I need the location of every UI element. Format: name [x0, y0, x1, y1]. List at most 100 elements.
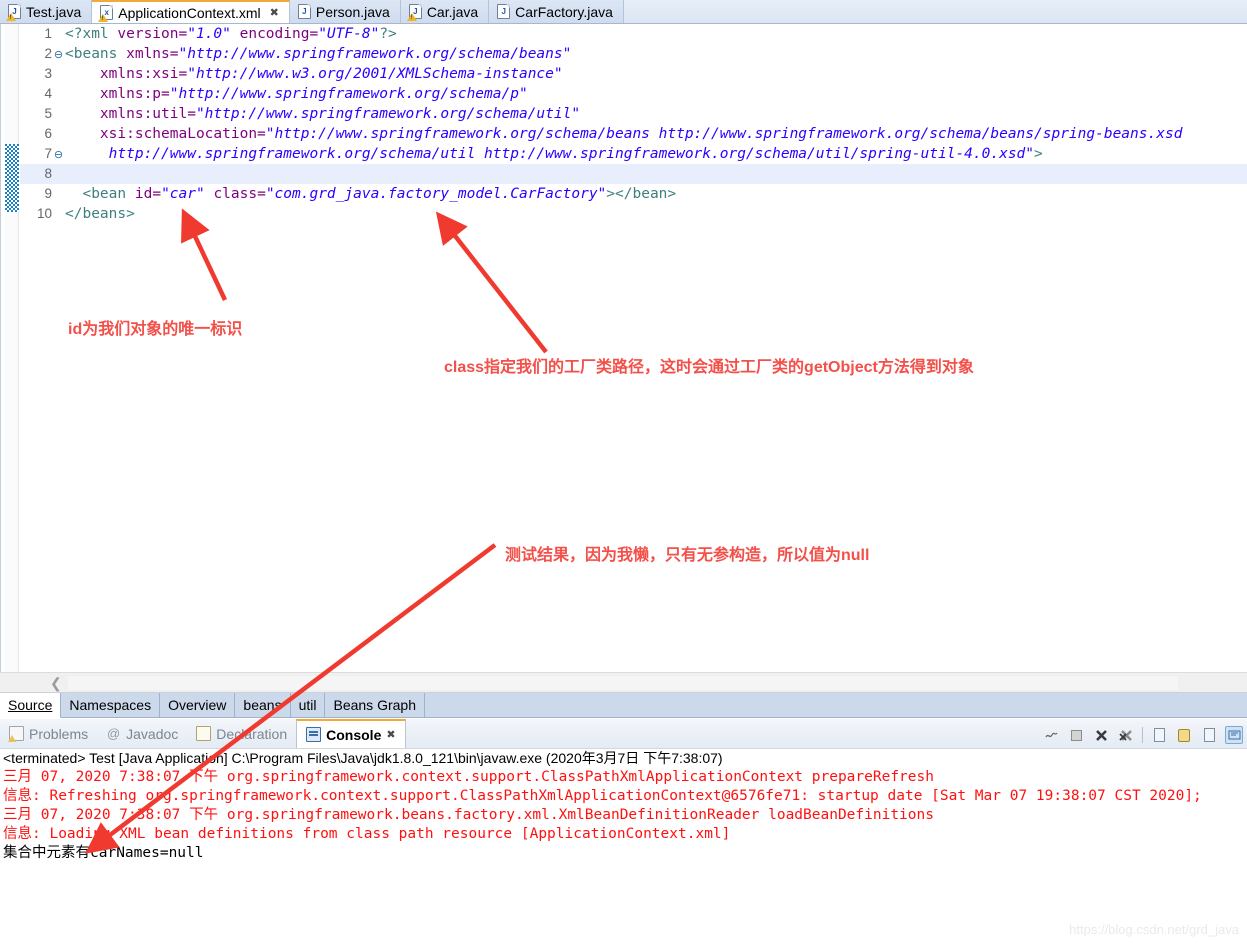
problems-icon	[8, 726, 24, 742]
code-text: xmlns:util="http://www.springframework.o…	[99, 106, 581, 122]
fold-toggle-icon[interactable]: ·	[52, 105, 65, 125]
code-text: xmlns:xsi="http://www.w3.org/2001/XMLSch…	[99, 66, 563, 82]
display-selected-console-icon[interactable]	[1200, 726, 1218, 744]
code-line[interactable]: 1·<?xml version="1.0" encoding="UTF-8"?>	[20, 24, 1247, 44]
line-number: 2	[44, 46, 52, 61]
close-icon[interactable]: ✖	[386, 728, 395, 741]
xml-file-warning-icon: x	[98, 5, 114, 22]
pin-console-icon[interactable]	[1175, 726, 1193, 744]
page-tab-namespaces[interactable]: Namespaces	[61, 693, 161, 718]
line-number: 7	[44, 146, 52, 161]
scroll-thumb[interactable]	[68, 676, 1178, 690]
line-number: 8	[44, 166, 52, 181]
editor-tab-label: Test.java	[26, 3, 82, 20]
console-line: <terminated> Test [Java Application] C:\…	[3, 750, 723, 766]
line-number: 9	[44, 186, 52, 201]
code-line[interactable]: 10·</beans>	[20, 204, 1247, 224]
console-line: 集合中元素有carNames=null	[3, 845, 204, 861]
console-line: 三月 07, 2020 7:38:07 下午 org.springframewo…	[3, 769, 934, 785]
java-file-warning-icon: J	[406, 4, 422, 21]
code-line[interactable]: 3· xmlns:xsi="http://www.w3.org/2001/XML…	[20, 64, 1247, 84]
change-marker	[5, 144, 19, 212]
eclipse-ide-window: J Test.java xApplicationContext.xml ✖ J Perso…	[0, 0, 1247, 945]
code-text: <?xml version="1.0" encoding="UTF-8"?>	[65, 26, 397, 42]
code-line[interactable]: 2 ⊖ <beans xmlns="http://www.springframewo…	[20, 44, 1247, 64]
code-area[interactable]: 1·<?xml version="1.0" encoding="UTF-8"?>…	[20, 24, 1247, 672]
code-text: http://www.springframework.org/schema/ut…	[108, 146, 1043, 162]
line-number: 1	[44, 26, 52, 41]
anno-class-note: class指定我们的工厂类路径，这时会通过工厂类的getObject方法得到对象	[444, 359, 974, 376]
view-tab-javadoc[interactable]: @ Javadoc	[97, 719, 187, 749]
editor-horizontal-scrollbar[interactable]: ❮	[0, 672, 1247, 692]
fold-toggle-icon[interactable]: ·	[52, 125, 65, 145]
editor-tab-person-java[interactable]: J Person.java	[289, 0, 401, 23]
view-tab-label: Javadoc	[126, 725, 179, 742]
code-line[interactable]: 7 ⊖ http://www.springframework.org/schema…	[20, 144, 1247, 164]
editor-tab-test-java[interactable]: J Test.java	[0, 0, 93, 23]
view-tab-label: Declaration	[216, 725, 288, 742]
scroll-lock-icon[interactable]	[1042, 726, 1060, 744]
fold-toggle-icon[interactable]: ·	[52, 25, 65, 45]
page-tab-label: util	[298, 697, 317, 713]
view-tab-console[interactable]: Console ✖	[296, 718, 406, 749]
page-tab-label: Beans Graph	[333, 697, 416, 713]
fold-toggle-icon[interactable]: ·	[52, 205, 65, 225]
view-tab-label: Problems	[29, 725, 89, 742]
console-output[interactable]: <terminated> Test [Java Application] C:\…	[0, 748, 1247, 945]
editor-tab-label: Person.java	[315, 3, 390, 20]
fold-toggle-icon[interactable]: ⊖	[52, 45, 65, 65]
declaration-icon	[196, 726, 212, 741]
page-tab-overview[interactable]: Overview	[160, 693, 236, 718]
page-tab-util[interactable]: util	[290, 693, 326, 718]
scroll-left-chevron-icon[interactable]: ❮	[50, 675, 62, 692]
open-console-icon[interactable]	[1225, 726, 1243, 744]
code-text: <bean id="car" class="com.grd_java.facto…	[82, 186, 677, 202]
editor-tab-car-java[interactable]: JCar.java	[400, 0, 490, 23]
page-tab-beans-graph[interactable]: Beans Graph	[325, 693, 425, 718]
view-tab-problems[interactable]: Problems	[0, 719, 97, 749]
code-line[interactable]: 4· xmlns:p="http://www.springframework.o…	[20, 84, 1247, 104]
editor-tab-applicationcontext-xml[interactable]: xApplicationContext.xml ✖	[92, 0, 290, 23]
console-icon	[306, 727, 322, 742]
page-tab-label: Source	[8, 697, 53, 713]
view-tab-declaration[interactable]: Declaration	[187, 719, 296, 749]
page-tab-beans[interactable]: beans	[235, 693, 291, 718]
fold-toggle-icon[interactable]: ·	[52, 185, 65, 205]
page-tab-label: Namespaces	[69, 697, 152, 713]
line-number: 5	[44, 106, 52, 121]
console-toolbar	[1042, 722, 1243, 748]
code-text: xsi:schemaLocation="http://www.springfra…	[99, 126, 1183, 142]
remove-all-terminated-icon[interactable]	[1117, 726, 1135, 744]
code-line[interactable]: 5· xmlns:util="http://www.springframewor…	[20, 104, 1247, 124]
code-line[interactable]: 8·	[20, 164, 1247, 184]
clear-console-icon[interactable]	[1150, 726, 1168, 744]
line-number: 6	[44, 126, 52, 141]
terminate-icon[interactable]	[1067, 726, 1085, 744]
java-file-icon: J	[297, 4, 311, 19]
console-line: 信息: Refreshing org.springframework.conte…	[3, 788, 1202, 804]
page-tab-label: Overview	[168, 697, 227, 713]
editor-tab-bar: J Test.java xApplicationContext.xml ✖ J Perso…	[0, 0, 1247, 24]
editor-tab-carfactory-java[interactable]: J CarFactory.java	[489, 0, 624, 23]
page-tab-label: beans	[243, 697, 282, 713]
xml-source-editor[interactable]: 1·<?xml version="1.0" encoding="UTF-8"?>…	[0, 24, 1247, 672]
editor-tab-label: Car.java	[426, 3, 479, 20]
view-tab-label: Console	[326, 726, 382, 743]
anno-id-note: id为我们对象的唯一标识	[68, 321, 243, 338]
at-icon: @	[107, 726, 121, 741]
code-line[interactable]: 9· <bean id="car" class="com.grd_java.fa…	[20, 184, 1247, 204]
code-line[interactable]: 6· xsi:schemaLocation="http://www.spring…	[20, 124, 1247, 144]
fold-toggle-icon[interactable]: ·	[52, 85, 65, 105]
remove-launch-icon[interactable]	[1092, 726, 1110, 744]
fold-toggle-icon[interactable]: ·	[52, 165, 65, 185]
page-tab-source[interactable]: Source	[0, 693, 62, 718]
code-text: xmlns:p="http://www.springframework.org/…	[99, 86, 528, 102]
fold-toggle-icon[interactable]: ⊖	[52, 145, 65, 165]
fold-toggle-icon[interactable]: ·	[52, 65, 65, 85]
line-number: 3	[44, 66, 52, 81]
watermark: https://blog.csdn.net/grd_java	[1069, 922, 1239, 937]
page-tab-filler	[424, 693, 1247, 718]
java-file-warning-icon: J	[6, 4, 21, 21]
close-icon[interactable]: ✖	[270, 6, 279, 19]
editor-tab-label: ApplicationContext.xml	[118, 4, 261, 21]
